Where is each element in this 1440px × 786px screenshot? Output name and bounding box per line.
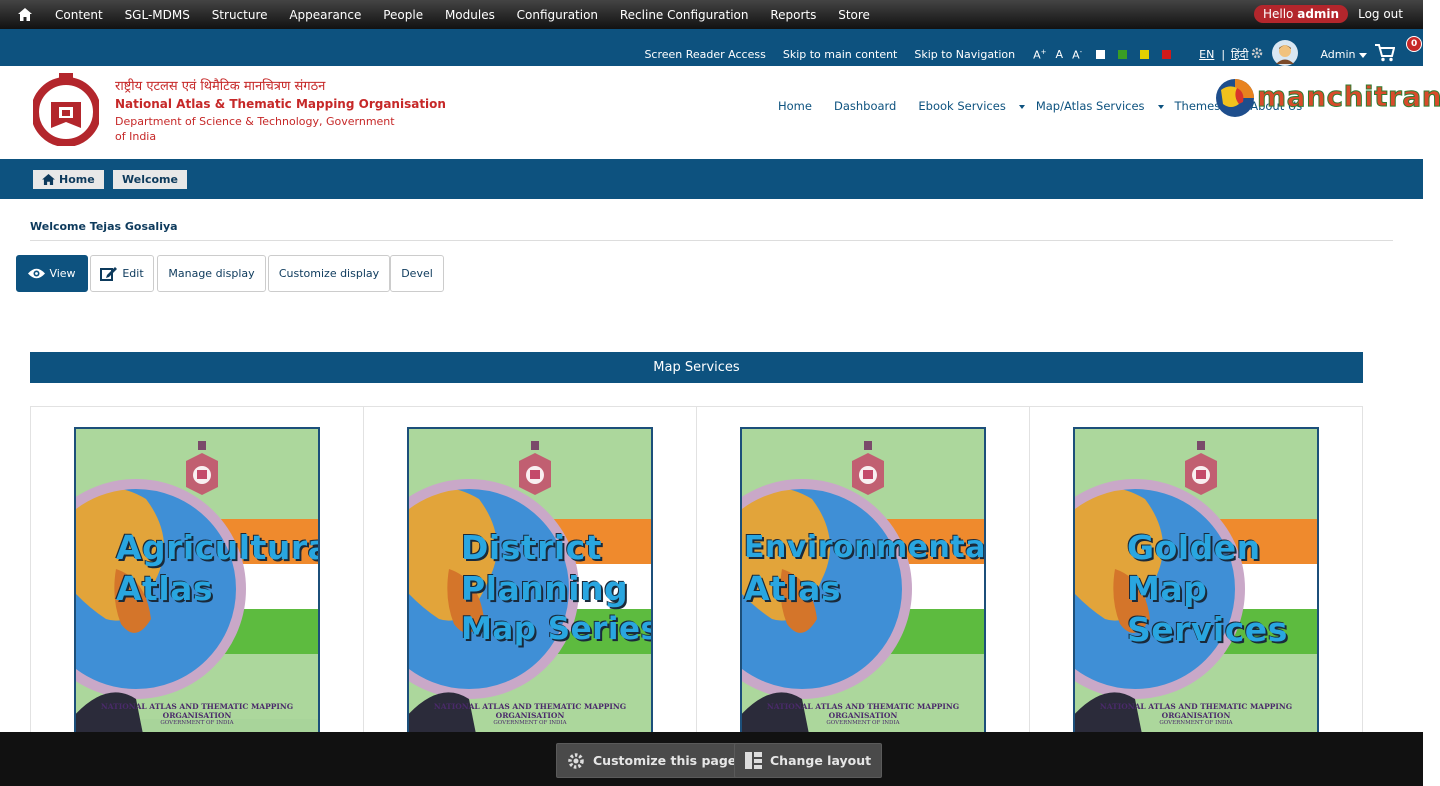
org-name-english: National Atlas & Thematic Mapping Organi… xyxy=(115,97,446,111)
eye-icon xyxy=(28,268,46,279)
admin-toolbar: Content SGL-MDMS Structure Appearance Pe… xyxy=(0,0,1423,29)
cover-title-line: Services xyxy=(1127,610,1288,649)
lang-separator: | xyxy=(1221,48,1226,61)
nav-home[interactable]: Home xyxy=(778,99,823,113)
map-service-card[interactable]: Environmental Atlas NATIONAL ATLAS AND T… xyxy=(696,406,1030,738)
cover-title-line: District xyxy=(461,528,603,567)
admin-menu-recline-configuration[interactable]: Recline Configuration xyxy=(611,8,758,22)
font-normal-button[interactable]: A xyxy=(1056,48,1064,61)
accessibility-bar: Screen Reader Access Skip to main conten… xyxy=(0,29,1423,66)
lang-hindi-link[interactable]: हिंदी xyxy=(1231,47,1248,62)
gear-icon xyxy=(568,752,584,769)
atlas-cover-image[interactable]: Agricultural Atlas NATIONAL ATLAS AND TH… xyxy=(74,427,320,737)
atlas-cover-image[interactable]: Environmental Atlas NATIONAL ATLAS AND T… xyxy=(740,427,986,737)
lang-en-link[interactable]: EN xyxy=(1199,48,1214,61)
tab-manage-display[interactable]: Manage display xyxy=(157,255,266,292)
cover-title-line: Map xyxy=(1127,569,1208,608)
contrast-yellow-button[interactable] xyxy=(1140,50,1150,59)
cover-title-line: Environmental xyxy=(744,530,986,565)
nav-ebook-services[interactable]: Ebook Services xyxy=(918,99,1025,113)
map-service-card[interactable]: Golden Map Services NATIONAL ATLAS AND T… xyxy=(1029,406,1363,738)
chevron-down-icon xyxy=(1018,104,1025,109)
screen-reader-access-link[interactable]: Screen Reader Access xyxy=(644,48,765,61)
site-header: राष्ट्रीय एटलस एवं थिमैटिक मानचित्रण संग… xyxy=(0,66,1440,159)
admin-menu-appearance[interactable]: Appearance xyxy=(280,8,370,22)
tab-customize-display[interactable]: Customize display xyxy=(268,255,390,292)
change-layout-button[interactable]: Change layout xyxy=(734,743,883,778)
cover-title-line: Atlas xyxy=(116,569,214,608)
cover-government: GOVERNMENT OF INDIA xyxy=(1159,720,1233,726)
org-department: Department of Science & Technology, Gove… xyxy=(115,115,395,143)
contrast-green-button[interactable] xyxy=(1118,50,1128,59)
admin-menu: Content SGL-MDMS Structure Appearance Pe… xyxy=(46,8,879,22)
skip-to-navigation-link[interactable]: Skip to Navigation xyxy=(914,48,1015,61)
admin-menu-store[interactable]: Store xyxy=(829,8,879,22)
gear-icon[interactable] xyxy=(1250,46,1264,63)
atlas-cover-image[interactable]: District Planning Map Series NATIONAL AT… xyxy=(407,427,653,737)
nav-dashboard[interactable]: Dashboard xyxy=(834,99,907,113)
font-decrease-button[interactable]: A- xyxy=(1072,48,1082,62)
admin-menu-people[interactable]: People xyxy=(374,8,432,22)
cover-title-line: Map Series xyxy=(461,611,653,647)
map-service-card[interactable]: District Planning Map Series NATIONAL AT… xyxy=(363,406,697,738)
user-menu-dropdown[interactable]: Admin xyxy=(1303,48,1367,61)
contrast-red-button[interactable] xyxy=(1162,50,1172,59)
font-increase-button[interactable]: A+ xyxy=(1033,48,1046,62)
tab-edit[interactable]: Edit xyxy=(90,255,154,292)
tab-view[interactable]: View xyxy=(16,255,88,292)
hello-user-badge[interactable]: Hello admin xyxy=(1253,5,1349,23)
cover-org-name: NATIONAL ATLAS AND THEMATIC MAPPING ORGA… xyxy=(433,702,627,720)
cover-title-line: Atlas xyxy=(744,569,842,608)
admin-menu-modules[interactable]: Modules xyxy=(436,8,504,22)
admin-menu-reports[interactable]: Reports xyxy=(761,8,825,22)
section-header-map-services: Map Services xyxy=(30,352,1363,383)
cover-government: GOVERNMENT OF INDIA xyxy=(493,720,567,726)
breadcrumb: Home Welcome xyxy=(0,159,1423,199)
cover-government: GOVERNMENT OF INDIA xyxy=(160,720,234,726)
cover-title-line: Agricultural xyxy=(116,528,320,567)
admin-menu-content[interactable]: Content xyxy=(46,8,112,22)
manchitran-logo-text: manchitran xyxy=(1256,80,1440,114)
skip-to-main-content-link[interactable]: Skip to main content xyxy=(783,48,898,61)
edit-icon xyxy=(100,267,118,281)
cover-org-name: NATIONAL ATLAS AND THEMATIC MAPPING ORGA… xyxy=(1099,702,1293,720)
breadcrumb-home[interactable]: Home xyxy=(33,170,104,189)
cart-count-badge: 0 xyxy=(1406,36,1423,52)
admin-menu-configuration[interactable]: Configuration xyxy=(508,8,607,22)
cart-button[interactable]: 0 xyxy=(1375,36,1423,65)
admin-menu-sgl-mdms[interactable]: SGL-MDMS xyxy=(116,8,199,22)
customize-page-button[interactable]: Customize this page xyxy=(556,743,748,778)
layout-icon xyxy=(745,752,762,769)
cover-government: GOVERNMENT OF INDIA xyxy=(826,720,900,726)
chevron-down-icon xyxy=(1157,104,1164,109)
cover-org-name: NATIONAL ATLAS AND THEMATIC MAPPING ORGA… xyxy=(766,702,960,720)
page-title: Welcome Tejas Gosaliya xyxy=(30,220,178,233)
manchitran-logo[interactable]: manchitran xyxy=(1215,76,1440,120)
home-icon xyxy=(42,174,55,185)
breadcrumb-current: Welcome xyxy=(113,170,187,189)
atlas-cover-image[interactable]: Golden Map Services NATIONAL ATLAS AND T… xyxy=(1073,427,1319,737)
cover-org-name: NATIONAL ATLAS AND THEMATIC MAPPING ORGA… xyxy=(100,702,294,720)
chevron-down-icon xyxy=(1359,52,1367,58)
contrast-white-button[interactable] xyxy=(1096,50,1106,59)
panels-ipe-toolbar: Customize this page Change layout xyxy=(0,732,1423,786)
logout-link[interactable]: Log out xyxy=(1358,7,1403,21)
map-service-card[interactable]: Agricultural Atlas NATIONAL ATLAS AND TH… xyxy=(30,406,364,738)
natmo-emblem-logo[interactable] xyxy=(31,72,101,147)
home-icon[interactable] xyxy=(18,8,34,22)
cover-title-line: Planning xyxy=(461,569,629,608)
nav-map-atlas-services[interactable]: Map/Atlas Services xyxy=(1036,99,1164,113)
user-avatar[interactable] xyxy=(1272,40,1299,69)
tab-devel[interactable]: Devel xyxy=(390,255,444,292)
cover-title-line: Golden xyxy=(1127,528,1261,567)
cart-icon xyxy=(1375,44,1396,62)
admin-menu-structure[interactable]: Structure xyxy=(203,8,277,22)
org-name-hindi: राष्ट्रीय एटलस एवं थिमैटिक मानचित्रण संग… xyxy=(115,79,326,94)
divider xyxy=(30,240,1393,241)
